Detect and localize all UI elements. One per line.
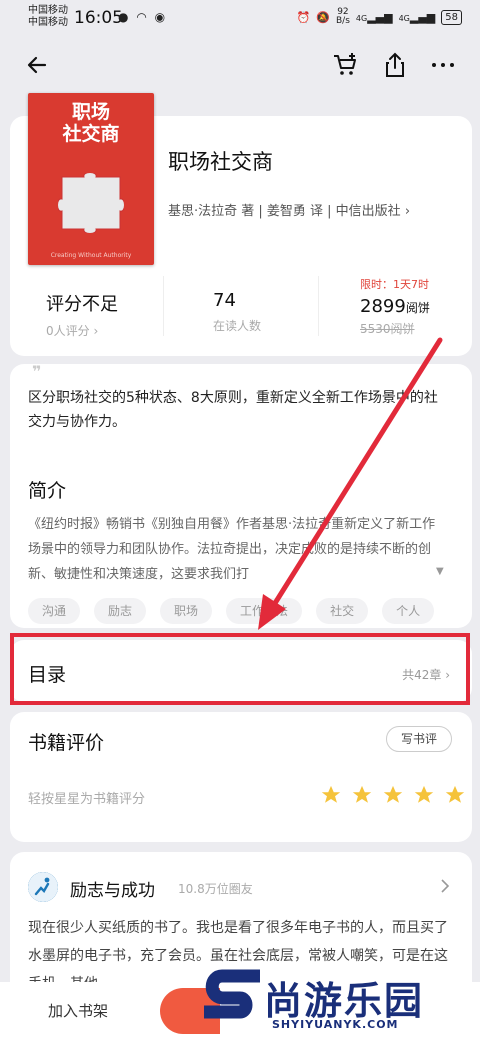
- tag-list: 沟通 励志 职场 工作方法 社交 个人: [28, 598, 452, 624]
- readers-stat: 74 在读人数: [213, 290, 261, 334]
- signal-2-label: 4G: [398, 13, 410, 23]
- net-speed: 92 B/s: [336, 8, 350, 26]
- readers-count: 74: [213, 290, 236, 311]
- star-icon[interactable]: [413, 784, 435, 806]
- intro-text[interactable]: 《纽约时报》畅销书《别独自用餐》作者基思·法拉奇重新定义了新工作场景中的领导力和…: [28, 512, 444, 587]
- book-title: 职场社交商: [168, 150, 273, 174]
- mute-icon: 🔕: [316, 10, 330, 24]
- expand-down-icon[interactable]: ▼: [436, 566, 444, 577]
- tag[interactable]: 社交: [316, 598, 369, 624]
- quote-icon: ❞: [32, 362, 42, 381]
- cart-button[interactable]: [330, 50, 360, 80]
- divider: [163, 276, 164, 336]
- watermark-url: SHYIYUANYK.COM: [272, 1018, 399, 1031]
- limited-time: 限时：1天7时: [360, 278, 429, 291]
- cover-footer: Creating Without Authority: [50, 252, 132, 259]
- signal-1: 4G▂▄▆: [355, 10, 393, 24]
- price-value: 2899: [360, 296, 406, 317]
- star-rating[interactable]: [320, 784, 466, 806]
- battery-icon: 58: [441, 9, 462, 25]
- carrier-1: 中国移动: [28, 5, 68, 16]
- carrier-2: 中国移动: [28, 17, 68, 28]
- cover-title-line1: 职场: [71, 101, 110, 123]
- nav-bar: [0, 40, 480, 90]
- rating-sub: 0人评分 ›: [46, 324, 99, 338]
- back-button[interactable]: [22, 50, 52, 80]
- more-button[interactable]: [428, 50, 458, 80]
- carrier-info: 中国移动 中国移动: [28, 5, 68, 29]
- share-icon: [386, 52, 404, 77]
- system-icons: ⏰ 🔕 92 B/s 4G▂▄▆ 4G▂▄▆ 58: [297, 8, 462, 26]
- watermark-brand: 尚游乐园: [264, 979, 425, 1023]
- alarm-icon: ⏰: [296, 10, 311, 24]
- star-icon[interactable]: [382, 784, 404, 806]
- rating-main: 评分不足: [46, 294, 118, 315]
- tag[interactable]: 沟通: [28, 598, 81, 624]
- divider: [318, 276, 319, 336]
- write-review-button[interactable]: 写书评: [386, 726, 452, 752]
- tag[interactable]: 个人: [382, 598, 435, 624]
- intro-title: 简介: [28, 480, 67, 502]
- cart-plus-icon: [334, 53, 356, 75]
- share-button[interactable]: [380, 50, 410, 80]
- more-dots-icon: [432, 63, 454, 67]
- status-time: 16:05: [74, 8, 123, 28]
- price-stat: 限时：1天7时 2899阅饼 5530阅饼: [360, 276, 430, 337]
- circle-name: 励志与成功: [70, 881, 155, 901]
- signal-1-label: 4G: [355, 13, 368, 23]
- net-speed-unit: B/s: [335, 16, 350, 26]
- review-title: 书籍评价: [28, 732, 105, 754]
- message-icon: ●: [118, 10, 131, 24]
- star-icon[interactable]: [444, 784, 466, 806]
- rating-sub-text: 0人评分: [46, 324, 90, 338]
- highlight-box: [10, 633, 470, 705]
- tag[interactable]: 工作方法: [226, 598, 303, 624]
- book-author[interactable]: 基思·法拉奇 著 | 姜智勇 译 | 中信出版社 ›: [168, 200, 410, 219]
- book-tagline: 区分职场社交的5种状态、8大原则，重新定义全新工作场景中的社交力与协作力。: [28, 390, 438, 430]
- star-icon[interactable]: [351, 784, 373, 806]
- site-watermark: 尚游乐园 SHYIYUANYK.COM: [200, 966, 476, 1038]
- watermark-logo-icon: [204, 969, 260, 1019]
- runner-icon: [28, 872, 58, 902]
- cover-title-line2: 社交商: [62, 123, 120, 145]
- puzzle-icon: [58, 173, 124, 233]
- back-arrow-icon: [27, 56, 47, 74]
- signal-2: 4G▂▄▆: [398, 10, 436, 24]
- circle-avatar: [28, 872, 58, 902]
- chevron-right-icon[interactable]: [440, 878, 450, 897]
- headset-icon: ◠: [136, 10, 149, 24]
- eye-icon: ◉: [154, 10, 168, 24]
- add-to-shelf-button[interactable]: 加入书架: [48, 1000, 108, 1021]
- readers-label: 在读人数: [213, 319, 262, 333]
- chevron-right-icon: ›: [404, 204, 411, 219]
- status-bar: 中国移动 中国移动 16:05 ● ◠ ◉ ⏰ 🔕 92 B/s 4G▂▄▆ 4…: [0, 0, 480, 36]
- tag[interactable]: 职场: [160, 598, 213, 624]
- price-old: 5530阅饼: [360, 322, 415, 336]
- price-unit: 阅饼: [405, 301, 430, 315]
- notification-icons: ● ◠ ◉: [118, 10, 167, 24]
- cover-title: 职场 社交商: [28, 101, 154, 145]
- book-cover[interactable]: 职场 社交商 Creating Without Authority: [28, 93, 154, 265]
- circle-members: 10.8万位圈友: [178, 882, 253, 896]
- rate-hint: 轻按星星为书籍评分: [28, 792, 146, 807]
- price-now: 2899阅饼: [360, 296, 430, 317]
- rating-stat[interactable]: 评分不足 0人评分 ›: [46, 290, 118, 339]
- star-icon[interactable]: [320, 784, 342, 806]
- tag[interactable]: 励志: [94, 598, 147, 624]
- author-text: 基思·法拉奇 著 | 姜智勇 译 | 中信出版社: [168, 204, 401, 219]
